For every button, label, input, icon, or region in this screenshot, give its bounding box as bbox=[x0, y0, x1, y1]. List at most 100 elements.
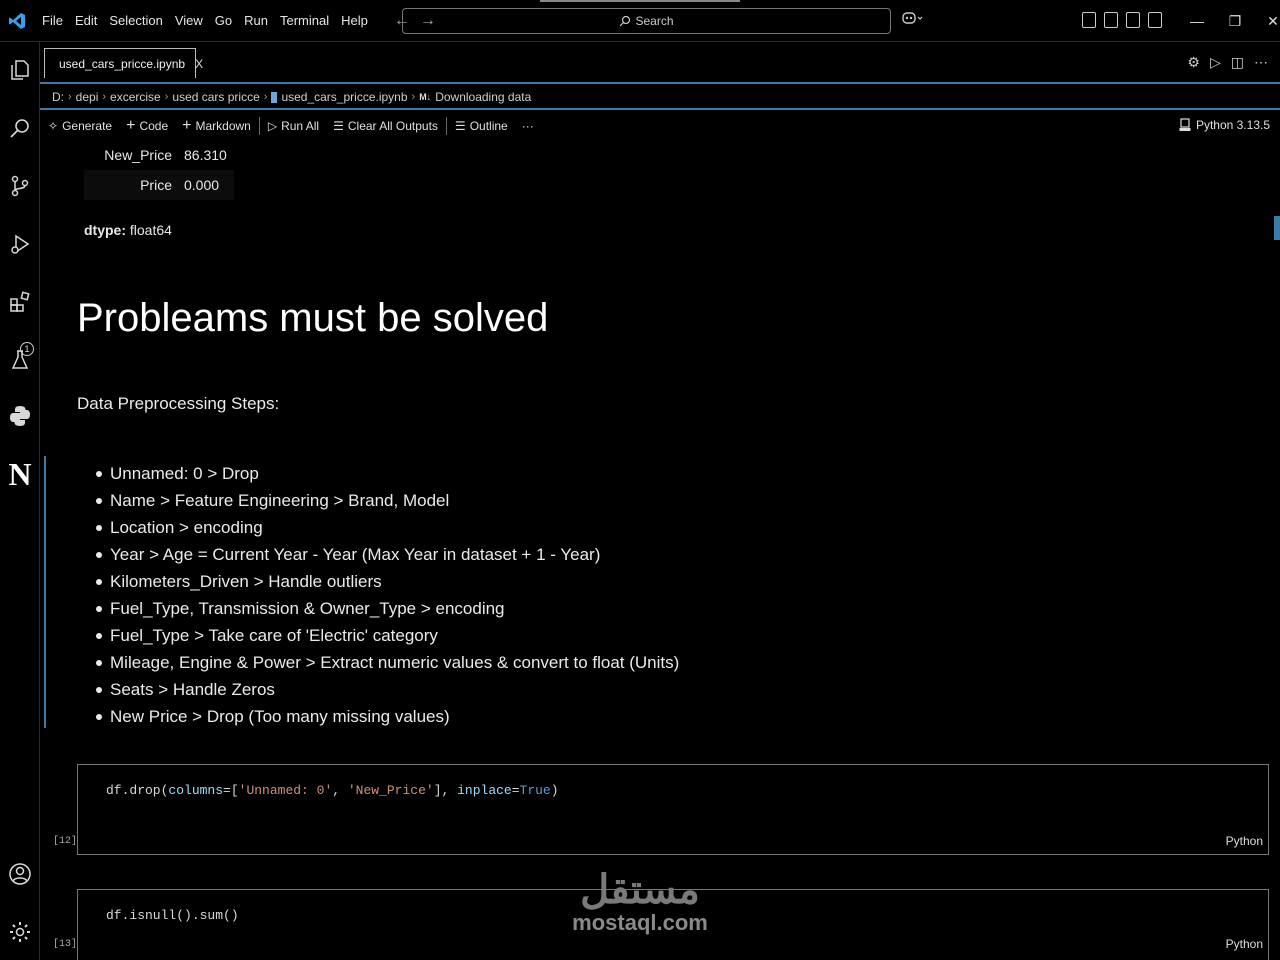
menu-run[interactable]: Run bbox=[238, 0, 274, 42]
output-row: New_Price 86.310 bbox=[84, 140, 234, 170]
outline-list-icon: ☰ bbox=[454, 119, 466, 133]
cell-language-label[interactable]: Python bbox=[1226, 937, 1263, 951]
manage-gear-icon[interactable] bbox=[6, 918, 34, 946]
notebook-toolbar: ✧ Generate + Code + Markdown ▷ Run All ☰… bbox=[40, 112, 1280, 140]
list-item: Kilometers_Driven > Handle outliers bbox=[95, 568, 679, 595]
menu-go[interactable]: Go bbox=[209, 0, 238, 42]
dtype-label: dtype: bbox=[84, 222, 126, 238]
notion-icon[interactable]: N bbox=[6, 456, 34, 492]
extensions-icon[interactable] bbox=[6, 288, 34, 316]
toolbar-divider bbox=[258, 117, 260, 135]
run-triangle-icon[interactable]: ▷ bbox=[1210, 54, 1221, 71]
copilot-icon[interactable] bbox=[902, 10, 924, 29]
split-editor-icon[interactable]: ◫ bbox=[1231, 54, 1244, 71]
menu-file[interactable]: File bbox=[36, 0, 69, 42]
more-toolbar-button[interactable]: ··· bbox=[522, 119, 534, 133]
breadcrumb-chevron-icon: › bbox=[411, 91, 416, 103]
minimize-icon[interactable]: — bbox=[1178, 0, 1216, 42]
outline-button[interactable]: ☰ Outline bbox=[455, 119, 508, 133]
restore-icon[interactable]: ❐ bbox=[1216, 0, 1254, 42]
customize-layout-icon[interactable] bbox=[1082, 12, 1096, 28]
editor-tabs: used_cars_pricce.ipynb X ⚙ ▷ ◫ ⋯ bbox=[40, 42, 1280, 84]
python-icon[interactable] bbox=[6, 402, 34, 430]
clear-all-outputs-button[interactable]: ☰ Clear All Outputs bbox=[333, 119, 438, 133]
run-debug-icon[interactable] bbox=[6, 230, 34, 258]
list-item: Fuel_Type > Take care of 'Electric' cate… bbox=[95, 622, 679, 649]
watermark-arabic: مستقل bbox=[580, 868, 700, 912]
list-item: Seats > Handle Zeros bbox=[95, 676, 679, 703]
run-all-icon: ▷ bbox=[267, 119, 278, 133]
list-item: Unnamed: 0 > Drop bbox=[95, 460, 679, 487]
vscode-logo-icon bbox=[2, 0, 32, 42]
breadcrumb-folder[interactable]: used cars pricce bbox=[172, 90, 259, 104]
list-item: Year > Age = Current Year - Year (Max Ye… bbox=[95, 541, 679, 568]
output-series-table: New_Price 86.310 Price 0.000 bbox=[84, 140, 234, 200]
list-item: Name > Feature Engineering > Brand, Mode… bbox=[95, 487, 679, 514]
add-code-cell-button[interactable]: + Code bbox=[126, 117, 168, 135]
more-icon: ··· bbox=[521, 119, 534, 133]
tab-used-cars-notebook[interactable]: used_cars_pricce.ipynb X bbox=[44, 48, 203, 78]
breadcrumb-chevron-icon: › bbox=[263, 91, 268, 103]
source-control-icon[interactable] bbox=[6, 172, 34, 200]
breadcrumb: D: › depi › excercise › used cars pricce… bbox=[40, 86, 1280, 110]
run-all-button[interactable]: ▷ Run All bbox=[268, 119, 319, 133]
search-label: Search bbox=[635, 14, 674, 28]
output-key: Price bbox=[140, 177, 172, 193]
selected-cell-indicator bbox=[44, 456, 46, 728]
list-item: Mileage, Engine & Power > Extract numeri… bbox=[95, 649, 679, 676]
dtype-value: float64 bbox=[129, 222, 172, 238]
settings-gear-icon[interactable]: ⚙ bbox=[1187, 54, 1200, 71]
toggle-secondary-sidebar-icon[interactable] bbox=[1148, 12, 1162, 28]
menu-selection[interactable]: Selection bbox=[103, 0, 168, 42]
accounts-icon[interactable] bbox=[6, 860, 34, 888]
explorer-icon[interactable] bbox=[6, 56, 34, 84]
testing-flask-icon[interactable] bbox=[6, 346, 34, 374]
toggle-panel-icon[interactable] bbox=[1126, 12, 1140, 28]
breadcrumb-chevron-icon: › bbox=[68, 91, 72, 103]
code-label: Code bbox=[139, 119, 169, 133]
kernel-label: Python 3.13.5 bbox=[1195, 118, 1270, 132]
tab-close-icon[interactable]: X bbox=[195, 57, 203, 71]
sparkle-icon: ✧ bbox=[48, 119, 59, 133]
editor-actions: ⚙ ▷ ◫ ⋯ bbox=[1187, 54, 1268, 71]
output-row: Price 0.000 bbox=[84, 170, 234, 200]
execution-count: [13] bbox=[53, 939, 78, 950]
output-key: New_Price bbox=[104, 147, 172, 163]
dtype-line: dtype: float64 bbox=[84, 222, 172, 238]
breadcrumb-chevron-icon: › bbox=[102, 91, 107, 103]
search-sidebar-icon[interactable] bbox=[6, 114, 34, 142]
plus-icon: + bbox=[126, 117, 136, 134]
menu-edit[interactable]: Edit bbox=[69, 0, 103, 42]
menu-view[interactable]: View bbox=[169, 0, 209, 42]
breadcrumb-excercise[interactable]: excercise bbox=[110, 90, 161, 104]
menu-terminal[interactable]: Terminal bbox=[274, 0, 335, 42]
breadcrumb-depi[interactable]: depi bbox=[76, 90, 99, 104]
breadcrumb-drive[interactable]: D: bbox=[52, 90, 64, 104]
cell-language-label[interactable]: Python bbox=[1226, 834, 1263, 848]
code-line[interactable]: df.isnull().sum() bbox=[106, 908, 239, 923]
markdown-icon: M↓ bbox=[419, 92, 432, 102]
generate-button[interactable]: ✧ Generate bbox=[48, 119, 112, 133]
command-center-search[interactable]: Search bbox=[402, 8, 891, 34]
watermark-latin: mostaql.com bbox=[572, 910, 708, 935]
menu-help[interactable]: Help bbox=[335, 0, 374, 42]
scrollbar-thumb[interactable] bbox=[1274, 216, 1280, 240]
more-actions-icon[interactable]: ⋯ bbox=[1254, 54, 1268, 71]
output-value: 0.000 bbox=[184, 177, 220, 193]
search-progress-line bbox=[540, 0, 740, 2]
menu-bar: File Edit Selection View Go Run Terminal… bbox=[36, 0, 374, 42]
search-icon bbox=[620, 15, 631, 27]
breadcrumb-section[interactable]: Downloading data bbox=[435, 90, 531, 104]
list-item: Fuel_Type, Transmission & Owner_Type > e… bbox=[95, 595, 679, 622]
code-line[interactable]: df.drop(columns=['Unnamed: 0', 'New_Pric… bbox=[106, 783, 559, 798]
code-cell[interactable]: df.drop(columns=['Unnamed: 0', 'New_Pric… bbox=[77, 764, 1269, 855]
tab-label: used_cars_pricce.ipynb bbox=[59, 56, 186, 71]
clear-outputs-icon: ☰ bbox=[333, 119, 344, 133]
markdown-heading: Probleams must be solved bbox=[77, 296, 549, 340]
run-all-label: Run All bbox=[281, 119, 320, 133]
breadcrumb-file[interactable]: used_cars_pricce.ipynb bbox=[281, 90, 407, 104]
close-window-icon[interactable]: ✕ bbox=[1254, 0, 1280, 42]
kernel-picker[interactable]: Python 3.13.5 bbox=[1179, 118, 1270, 132]
toggle-primary-sidebar-icon[interactable] bbox=[1104, 12, 1118, 28]
add-markdown-cell-button[interactable]: + Markdown bbox=[182, 117, 251, 135]
